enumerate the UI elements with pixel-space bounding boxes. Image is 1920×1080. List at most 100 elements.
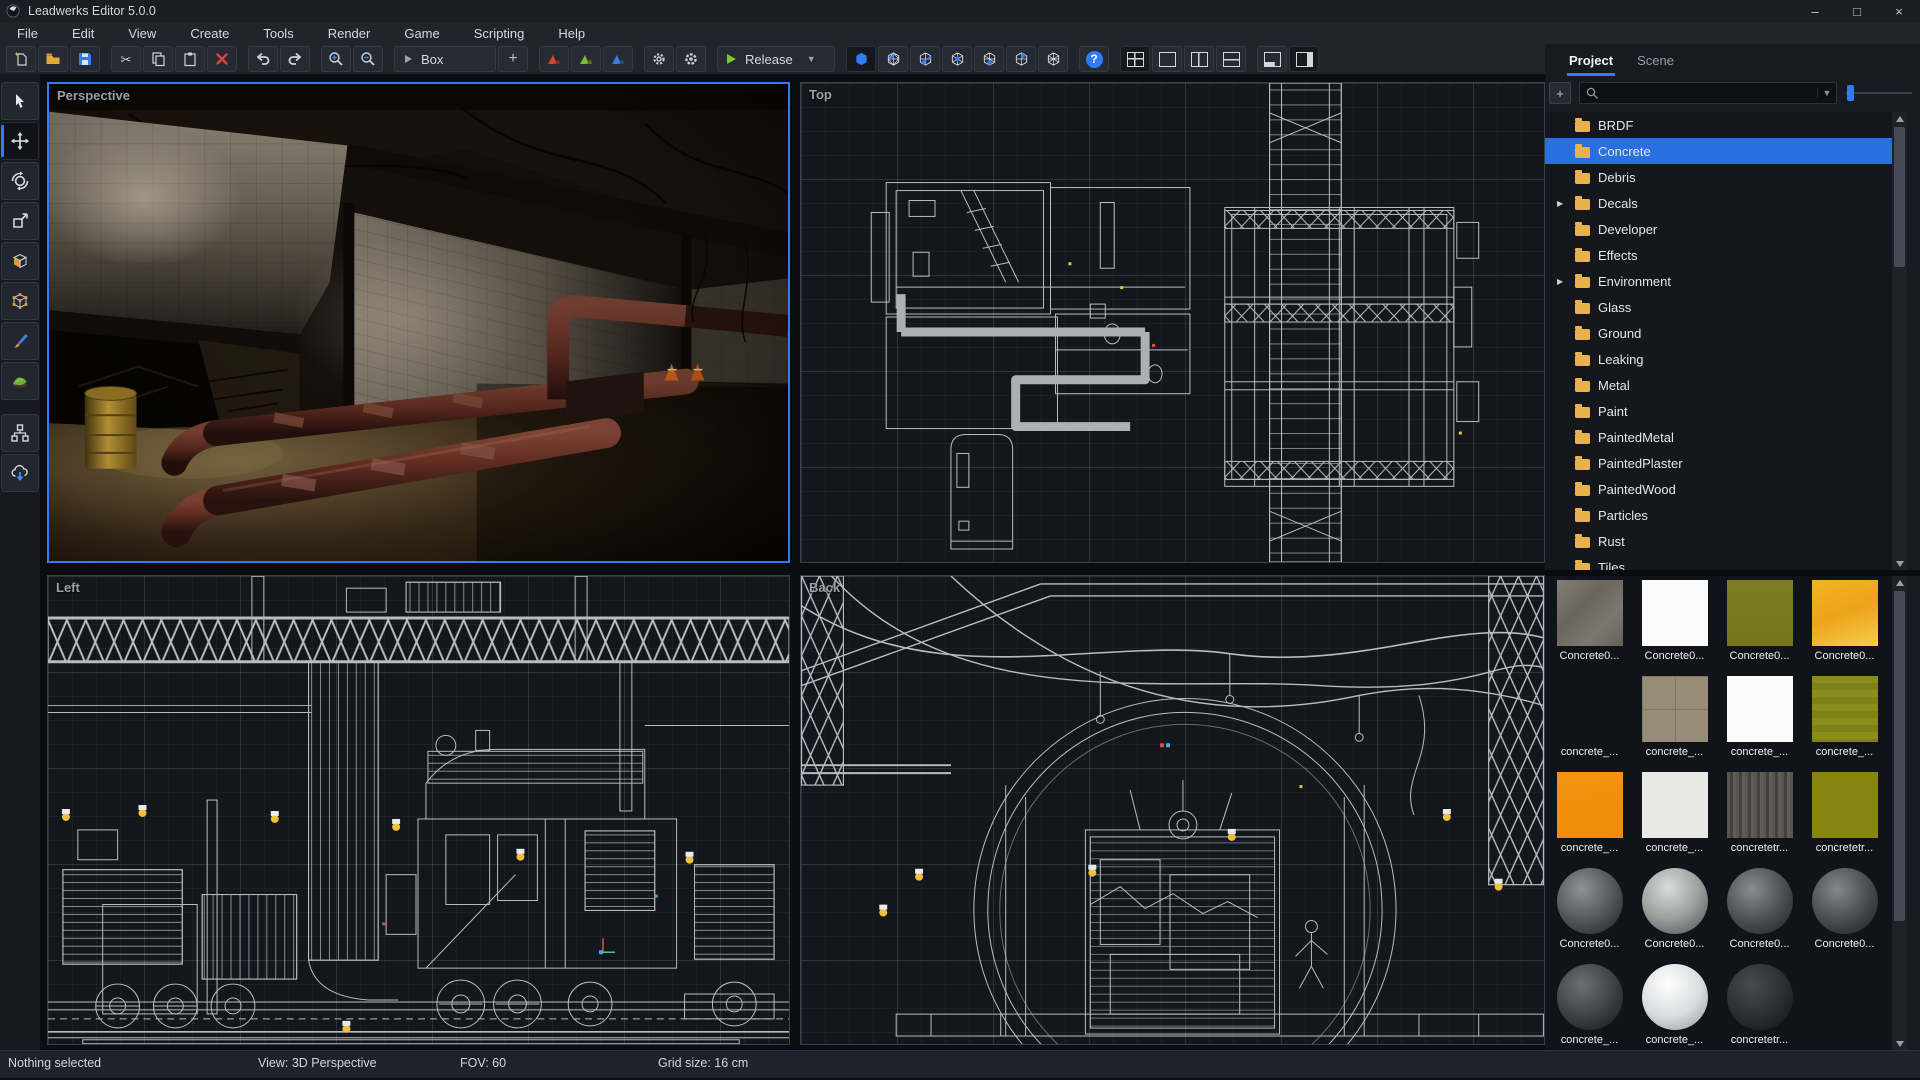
folder-row-rust[interactable]: Rust xyxy=(1545,528,1892,554)
viewmode-wire4-button[interactable] xyxy=(974,46,1004,72)
folder-row-leaking[interactable]: Leaking xyxy=(1545,346,1892,372)
paste-button[interactable] xyxy=(175,46,205,72)
viewport-perspective[interactable]: Perspective xyxy=(47,82,790,563)
layout-hsplit-button[interactable] xyxy=(1216,46,1246,72)
menu-edit[interactable]: Edit xyxy=(55,26,111,41)
viewmode-wire3-button[interactable] xyxy=(942,46,972,72)
paint-tool-button[interactable] xyxy=(1,322,39,360)
texture-item[interactable]: concrete_... xyxy=(1632,960,1717,1056)
viewport-top[interactable]: Top xyxy=(800,82,1545,563)
menu-render[interactable]: Render xyxy=(311,26,388,41)
delete-button[interactable] xyxy=(207,46,237,72)
texture-item[interactable]: concretetr... xyxy=(1717,768,1802,864)
texture-item[interactable]: concretetr... xyxy=(1717,960,1802,1056)
viewmode-solid-button[interactable] xyxy=(846,46,876,72)
folder-tree-scrollbar[interactable] xyxy=(1892,112,1907,570)
undo-button[interactable] xyxy=(248,46,278,72)
tab-project[interactable]: Project xyxy=(1569,53,1613,70)
help-button[interactable]: ? xyxy=(1079,46,1109,72)
redo-button[interactable] xyxy=(280,46,310,72)
add-primitive-button[interactable]: + xyxy=(498,46,528,72)
viewmode-wire5-button[interactable] xyxy=(1006,46,1036,72)
layout-vsplit-button[interactable] xyxy=(1184,46,1214,72)
thumbnail-size-slider[interactable] xyxy=(1846,85,1912,101)
viewport-back[interactable]: Back xyxy=(800,575,1545,1045)
menu-scripting[interactable]: Scripting xyxy=(457,26,542,41)
vertex-select-tool-button[interactable] xyxy=(1,282,39,320)
close-button[interactable]: × xyxy=(1878,0,1920,22)
scroll-up-icon[interactable] xyxy=(1892,576,1907,589)
folder-row-debris[interactable]: Debris xyxy=(1545,164,1892,190)
scroll-down-icon[interactable] xyxy=(1892,1037,1907,1050)
folder-row-paint[interactable]: Paint xyxy=(1545,398,1892,424)
search-dropdown-icon[interactable]: ▼ xyxy=(1817,88,1836,98)
scroll-down-icon[interactable] xyxy=(1892,557,1907,570)
folder-row-developer[interactable]: Developer xyxy=(1545,216,1892,242)
texture-item[interactable]: Concrete0... xyxy=(1547,864,1632,960)
texture-item[interactable]: Concrete0... xyxy=(1802,864,1887,960)
rotate-tool-button[interactable] xyxy=(1,162,39,200)
toggle-bottom-panel-button[interactable] xyxy=(1257,46,1287,72)
menu-create[interactable]: Create xyxy=(173,26,246,41)
texture-item[interactable]: concrete_... xyxy=(1547,960,1632,1056)
folder-row-metal[interactable]: Metal xyxy=(1545,372,1892,398)
terrain-green-button[interactable] xyxy=(571,46,601,72)
folder-row-tiles[interactable]: Tiles xyxy=(1545,554,1892,570)
zoom-out-button[interactable] xyxy=(353,46,383,72)
menu-view[interactable]: View xyxy=(111,26,173,41)
folder-row-decals[interactable]: ▶Decals xyxy=(1545,190,1892,216)
viewmode-wire2-button[interactable] xyxy=(910,46,940,72)
new-file-button[interactable] xyxy=(6,46,36,72)
cut-button[interactable]: ✂ xyxy=(111,46,141,72)
layout-single-button[interactable] xyxy=(1152,46,1182,72)
world-settings-button[interactable] xyxy=(644,46,674,72)
folder-row-paintedmetal[interactable]: PaintedMetal xyxy=(1545,424,1892,450)
move-tool-button[interactable] xyxy=(1,122,39,160)
texture-item[interactable]: concrete_... xyxy=(1802,672,1887,768)
scroll-up-icon[interactable] xyxy=(1892,112,1907,125)
menu-game[interactable]: Game xyxy=(387,26,456,41)
texture-item[interactable]: concrete_... xyxy=(1632,768,1717,864)
tab-scene[interactable]: Scene xyxy=(1637,53,1674,70)
texture-item[interactable]: concrete_... xyxy=(1717,672,1802,768)
cloud-download-button[interactable] xyxy=(1,454,39,492)
terrain-tool-button[interactable] xyxy=(1,362,39,400)
texture-item[interactable]: Concrete0... xyxy=(1717,576,1802,672)
folder-row-environment[interactable]: ▶Environment xyxy=(1545,268,1892,294)
texture-item[interactable]: concrete_... xyxy=(1547,672,1632,768)
settings-button[interactable] xyxy=(676,46,706,72)
face-select-tool-button[interactable] xyxy=(1,242,39,280)
minimize-button[interactable]: – xyxy=(1794,0,1836,22)
hierarchy-button[interactable] xyxy=(1,414,39,452)
expand-arrow-icon[interactable]: ▶ xyxy=(1557,199,1571,208)
texture-browser-scrollbar[interactable] xyxy=(1892,576,1907,1050)
texture-item[interactable]: Concrete0... xyxy=(1632,864,1717,960)
folder-row-concrete[interactable]: Concrete xyxy=(1545,138,1892,164)
run-mode-dropdown[interactable]: Release ▼ xyxy=(717,46,835,72)
texture-item[interactable]: concretetr... xyxy=(1802,768,1887,864)
folder-row-glass[interactable]: Glass xyxy=(1545,294,1892,320)
expand-arrow-icon[interactable]: ▶ xyxy=(1557,277,1571,286)
folder-row-brdf[interactable]: BRDF xyxy=(1545,112,1892,138)
scrollbar-thumb[interactable] xyxy=(1894,127,1905,267)
search-box[interactable]: ▼ xyxy=(1579,82,1837,104)
texture-item[interactable]: Concrete0... xyxy=(1632,576,1717,672)
zoom-in-button[interactable] xyxy=(321,46,351,72)
search-input[interactable] xyxy=(1599,86,1817,100)
menu-file[interactable]: File xyxy=(0,26,55,41)
scale-tool-button[interactable] xyxy=(1,202,39,240)
menu-help[interactable]: Help xyxy=(541,26,602,41)
layout-quad-button[interactable] xyxy=(1120,46,1150,72)
slider-handle[interactable] xyxy=(1847,85,1854,101)
terrain-red-button[interactable] xyxy=(539,46,569,72)
folder-row-paintedplaster[interactable]: PaintedPlaster xyxy=(1545,450,1892,476)
viewmode-wire6-button[interactable] xyxy=(1038,46,1068,72)
select-tool-button[interactable] xyxy=(1,82,39,120)
viewport-left[interactable]: Left xyxy=(47,575,790,1045)
texture-item[interactable]: concrete_... xyxy=(1632,672,1717,768)
texture-item[interactable]: Concrete0... xyxy=(1802,576,1887,672)
texture-item[interactable]: concrete_... xyxy=(1547,768,1632,864)
terrain-blue-button[interactable] xyxy=(603,46,633,72)
viewmode-wire1-button[interactable] xyxy=(878,46,908,72)
folder-row-effects[interactable]: Effects xyxy=(1545,242,1892,268)
